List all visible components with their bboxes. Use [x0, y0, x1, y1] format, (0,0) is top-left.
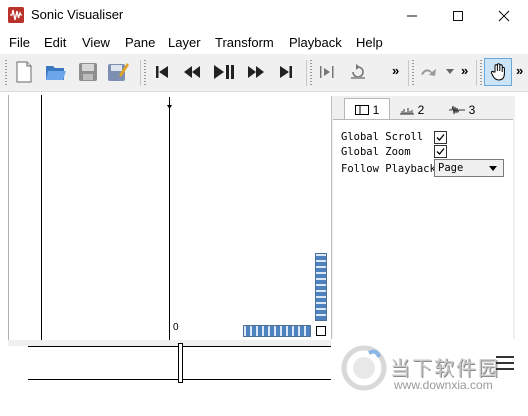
- watermark-bar: [496, 368, 514, 370]
- global-scroll-label: Global Scroll: [341, 131, 424, 143]
- tab-label: 2: [417, 103, 425, 117]
- watermark-logo-icon: [341, 345, 387, 391]
- hand-icon: [490, 63, 505, 81]
- menu-edit[interactable]: Edit: [44, 35, 66, 50]
- open-folder-icon[interactable]: [44, 60, 68, 84]
- toolbar-grip[interactable]: [144, 60, 146, 86]
- playback-cursor[interactable]: [169, 97, 170, 340]
- constrain-playback-icon[interactable]: [316, 60, 338, 84]
- follow-playback-label: Follow Playback: [341, 163, 436, 175]
- toolbar-separator: [476, 60, 477, 86]
- tab-layer-3[interactable]: 3: [440, 100, 484, 120]
- tab-layer-2[interactable]: 2: [392, 100, 432, 120]
- checkmark-icon: [436, 148, 445, 155]
- save-as-icon[interactable]: [106, 60, 130, 84]
- play-pause-icon[interactable]: [211, 60, 237, 84]
- toolbar: » » »: [0, 54, 528, 92]
- pane-icon: [354, 104, 369, 115]
- maximize-button[interactable]: [435, 0, 481, 31]
- playback-speed-icon[interactable]: [418, 60, 442, 84]
- save-icon[interactable]: [76, 60, 100, 84]
- menu-file[interactable]: File: [9, 35, 30, 50]
- tab-label: 3: [468, 103, 476, 117]
- menu-help[interactable]: Help: [356, 35, 383, 50]
- minimize-button[interactable]: [389, 0, 435, 31]
- rewind-start-icon[interactable]: [151, 60, 173, 84]
- tab-pane-1[interactable]: 1: [344, 98, 390, 120]
- overview-pane[interactable]: [28, 343, 331, 383]
- new-session-icon[interactable]: [12, 60, 36, 84]
- chevron-down-icon[interactable]: [444, 60, 456, 84]
- toolbar-separator: [408, 60, 409, 86]
- app-icon: [8, 7, 24, 23]
- title-bar: Sonic Visualiser: [0, 0, 528, 31]
- watermark-bar: [496, 362, 514, 364]
- watermark-text: 当下软件园: [390, 356, 500, 380]
- waveform-icon: [399, 108, 414, 115]
- loop-playback-icon[interactable]: [346, 60, 370, 84]
- horizontal-zoom-slider[interactable]: [243, 325, 311, 337]
- menu-bar: File Edit View Pane Layer Transform Play…: [0, 31, 528, 53]
- toolbar-grip[interactable]: [310, 60, 312, 86]
- global-zoom-checkbox[interactable]: [434, 145, 447, 158]
- navigate-tool-button[interactable]: [484, 58, 512, 86]
- zoom-reset-button[interactable]: [316, 326, 326, 336]
- menu-pane[interactable]: Pane: [125, 35, 155, 50]
- chevron-down-icon: [489, 166, 497, 171]
- toolbar-overflow-chevron-icon[interactable]: »: [461, 63, 468, 78]
- pane-left-boundary: [41, 95, 42, 340]
- toolbar-separator: [306, 60, 307, 86]
- forward-end-icon[interactable]: [275, 60, 297, 84]
- playback-cursor-top-marker-icon: [167, 96, 172, 114]
- global-zoom-label: Global Zoom: [341, 146, 411, 158]
- main-pane[interactable]: 0: [8, 95, 332, 340]
- follow-playback-value: Page: [438, 162, 464, 174]
- toolbar-grip[interactable]: [412, 60, 414, 86]
- rewind-icon[interactable]: [180, 60, 204, 84]
- menu-transform[interactable]: Transform: [215, 35, 274, 50]
- checkmark-icon: [436, 134, 445, 141]
- toolbar-overflow-chevron-icon[interactable]: »: [392, 63, 399, 78]
- watermark-url: www.downxia.com: [394, 378, 493, 392]
- tab-label: 1: [372, 102, 380, 117]
- menu-playback[interactable]: Playback: [289, 35, 342, 50]
- menu-view[interactable]: View: [82, 35, 110, 50]
- fast-forward-icon[interactable]: [244, 60, 268, 84]
- axis-zero-label: 0: [173, 322, 179, 333]
- vertical-zoom-slider[interactable]: [315, 253, 327, 321]
- spectrum-icon: [448, 105, 465, 115]
- toolbar-grip[interactable]: [5, 60, 7, 86]
- menu-layer[interactable]: Layer: [168, 35, 201, 50]
- window-title: Sonic Visualiser: [31, 7, 124, 22]
- toolbar-grip[interactable]: [480, 60, 482, 86]
- toolbar-overflow-chevron-icon[interactable]: »: [516, 63, 523, 78]
- overview-position-marker[interactable]: [178, 343, 183, 383]
- follow-playback-select[interactable]: Page: [434, 159, 504, 177]
- toolbar-separator: [140, 60, 141, 86]
- global-scroll-checkbox[interactable]: [434, 131, 447, 144]
- watermark-bar: [496, 356, 514, 358]
- close-button[interactable]: [481, 0, 527, 31]
